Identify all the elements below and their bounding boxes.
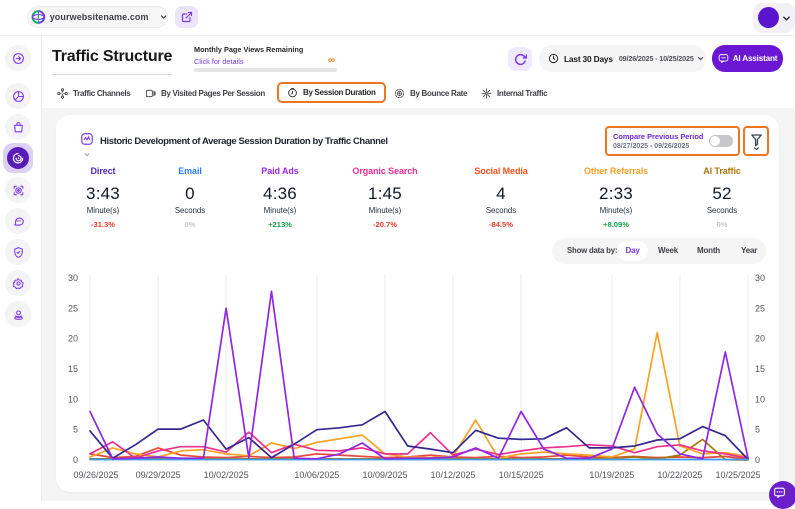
svg-text:10: 10 (68, 394, 78, 404)
svg-text:10/12/2025: 10/12/2025 (430, 470, 475, 480)
svg-text:25: 25 (755, 303, 765, 313)
svg-text:20: 20 (755, 334, 765, 344)
svg-text:09/26/2025: 09/26/2025 (73, 470, 118, 480)
svg-text:20: 20 (68, 334, 78, 344)
svg-text:10/02/2025: 10/02/2025 (204, 470, 249, 480)
svg-text:10: 10 (755, 394, 765, 404)
svg-text:10/06/2025: 10/06/2025 (294, 470, 339, 480)
svg-text:0: 0 (755, 455, 760, 465)
svg-text:15: 15 (68, 364, 78, 374)
svg-text:0: 0 (73, 455, 78, 465)
svg-text:10/15/2025: 10/15/2025 (499, 470, 544, 480)
svg-text:10/25/2025: 10/25/2025 (715, 470, 760, 480)
svg-text:5: 5 (73, 425, 78, 435)
svg-text:10/09/2025: 10/09/2025 (362, 470, 407, 480)
svg-text:5: 5 (755, 425, 760, 435)
svg-text:30: 30 (68, 273, 78, 283)
svg-text:10/22/2025: 10/22/2025 (657, 470, 702, 480)
svg-text:30: 30 (755, 273, 765, 283)
svg-text:25: 25 (68, 303, 78, 313)
svg-text:15: 15 (755, 364, 765, 374)
svg-text:10/19/2025: 10/19/2025 (589, 470, 634, 480)
svg-text:09/29/2025: 09/29/2025 (136, 470, 181, 480)
